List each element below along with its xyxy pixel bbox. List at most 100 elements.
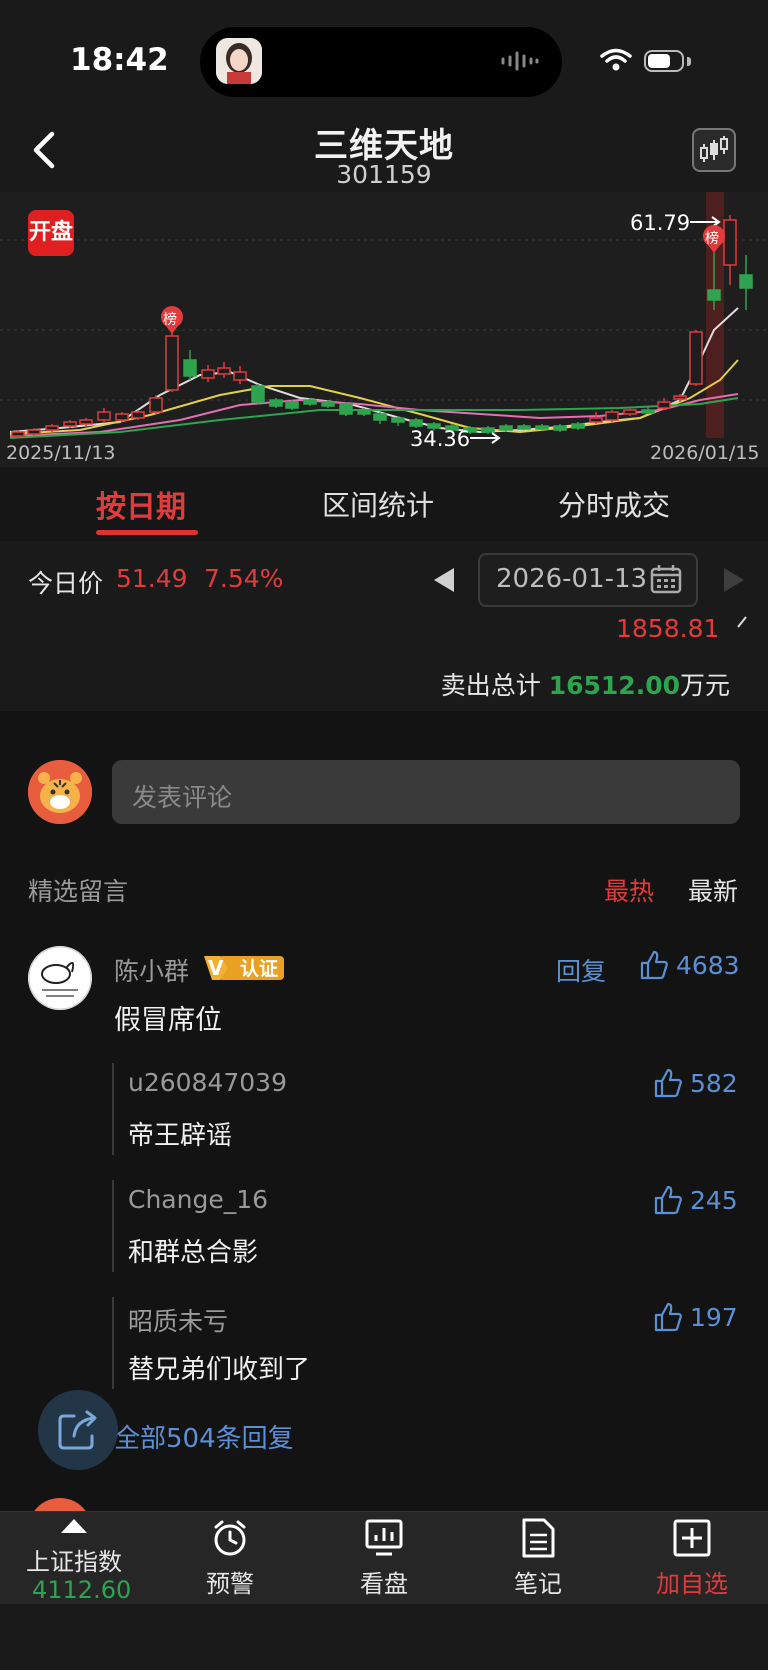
island-avatar-icon [216,38,262,84]
prev-day-button[interactable] [432,566,456,598]
add-square-icon [672,1518,712,1562]
partial-row-value: 1858.81 [616,614,720,643]
candle-body [251,385,265,403]
candle-body [657,401,671,409]
candlestick-icon [700,136,728,162]
triangle-left-icon [434,568,454,592]
home-indicator-area [0,1604,768,1670]
kline-toggle-button[interactable] [692,128,736,172]
monitor-chart-icon [364,1518,404,1562]
candle-body [131,411,145,419]
picked-comments-label: 精选留言 [28,877,129,906]
svg-text:认证: 认证 [240,957,278,980]
candle-body [27,429,41,435]
candle-body [233,371,247,381]
thumbs-up-icon [654,1068,682,1098]
candle-body [183,359,197,377]
avatar[interactable] [28,946,92,1010]
reply-divider [112,1063,114,1155]
alarm-clock-icon [210,1518,250,1562]
candle-body [97,411,111,421]
reply-text: 帝王辟谣 [128,1121,233,1151]
battery-tip [687,57,691,66]
chart-start-date: 2025/11/13 [6,442,116,464]
tab-range-stats[interactable]: 区间统计 [322,484,434,524]
wifi-icon [600,48,632,76]
candle-body [571,423,585,429]
nav-add-watchlist[interactable]: 加自选 [642,1564,742,1599]
like-count: 197 [689,1303,738,1332]
candle-body [707,289,721,301]
sell-total-row: 卖出总计 16512.00万元 [0,666,730,702]
sort-hot-button[interactable]: 最热 [604,872,654,908]
sell-total-value: 16512.00 [548,671,680,700]
candle-body [373,413,387,421]
my-avatar[interactable] [28,760,92,824]
candle-body [623,409,637,415]
candle-body [641,409,655,414]
reply-author[interactable]: Change_16 [128,1185,268,1214]
thumbs-up-icon [640,950,668,980]
reply-divider [112,1180,114,1272]
comment-input-placeholder: 发表评论 [132,783,233,812]
comment-text: 假冒席位 [114,1005,222,1036]
like-count: 245 [689,1186,738,1215]
share-icon [58,1410,97,1450]
comment-author[interactable]: 陈小群 [114,952,189,988]
view-all-replies-link[interactable]: 全部504条回复 [114,1418,294,1455]
like-button[interactable]: 582 [654,1068,738,1098]
candle-body [217,367,231,375]
audio-wave-icon [500,50,540,72]
sell-total-unit: 万元 [679,671,730,700]
tab-by-date[interactable]: 按日期 [96,482,186,526]
candle-body [723,219,737,266]
like-count: 582 [689,1069,738,1098]
nav-alert[interactable]: 预警 [180,1564,280,1599]
candle-body [115,413,129,421]
next-day-button[interactable] [722,566,746,598]
sort-new-button[interactable]: 最新 [688,872,738,908]
candle-body [673,395,687,400]
triangle-right-icon [724,568,744,592]
like-button[interactable]: 4683 [640,950,740,980]
candle-body [589,417,603,423]
reply-text: 和群总合影 [128,1238,259,1268]
like-button[interactable]: 245 [654,1185,738,1215]
reply-button[interactable]: 回复 [556,952,606,988]
low-price-label: 34.36 [410,427,470,451]
reply-text: 替兄弟们收到了 [128,1355,311,1385]
reply-author[interactable]: u260847039 [128,1068,287,1097]
candle-body [11,431,25,437]
triangle-up-icon [60,1518,88,1538]
candle-body [605,411,619,421]
index-label[interactable]: 上证指数 [26,1542,122,1577]
verified-badge: V 认证 [202,952,286,986]
like-button[interactable]: 197 [654,1302,738,1332]
candle-body [535,425,549,430]
reply-author[interactable]: 昭质未亏 [128,1302,228,1338]
nav-watch[interactable]: 看盘 [334,1564,434,1599]
kline-chart[interactable]: 61.79 34.36 2025/11/13 2026/01/15 榜 榜 [0,192,768,467]
candle-body [689,331,703,385]
share-button[interactable] [38,1390,118,1470]
battery-level [648,54,670,68]
candle-body [499,425,513,431]
thumbs-up-icon [654,1185,682,1215]
candle-body [321,401,335,407]
candle-body [165,335,179,391]
candle-body [481,427,495,433]
candle-body [285,401,299,409]
candle-body [409,419,423,427]
svg-text:V: V [208,956,224,980]
candle-body [149,397,163,413]
high-price-label: 61.79 [630,211,690,235]
today-change-pct: 7.54% [204,564,284,593]
tab-intraday-trades[interactable]: 分时成交 [558,484,670,524]
candle-body [45,425,59,431]
chart-end-date: 2026/01/15 [650,442,760,464]
nav-notes[interactable]: 笔记 [488,1564,588,1599]
reply-divider [112,1297,114,1389]
open-market-badge[interactable]: 开盘 [28,210,74,256]
selected-date: 2026-01-13 [496,564,648,594]
candle-body [553,425,567,431]
